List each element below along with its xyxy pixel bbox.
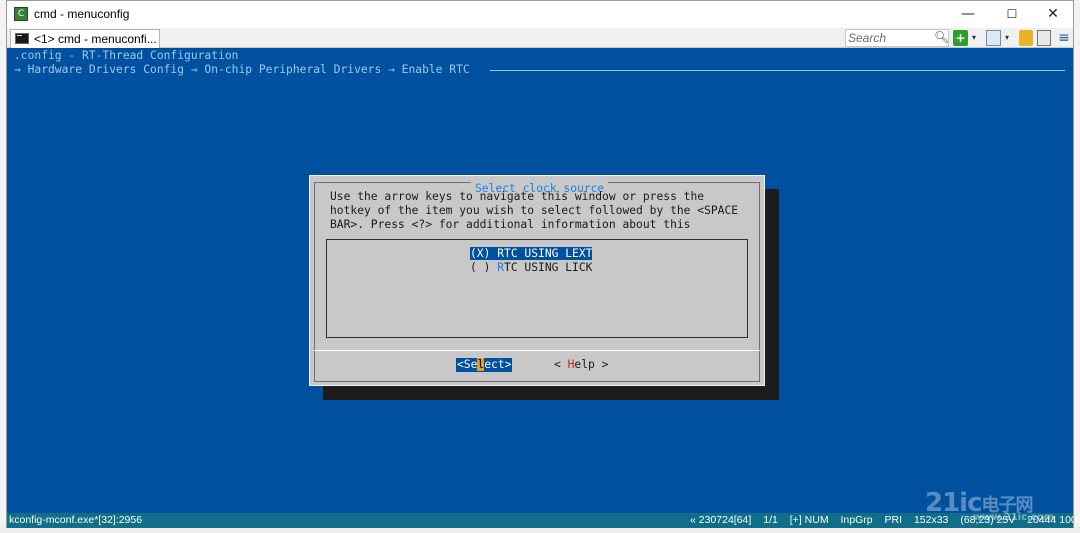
select-button-text: <Se [457,358,478,371]
option-list: (X) RTC USING LEXT ( ) RTC USING LICK [326,239,748,338]
console-icon [15,33,29,44]
minimize-button[interactable]: — [946,1,990,28]
window-layout-icon[interactable] [1037,30,1051,46]
tab-toolbar-row: <1> cmd - menuconfi... 🔍︎ + ▾ ▾ ≡ [7,28,1073,48]
option-selected-highlight: (X) RTC USING LEXT [470,247,593,260]
new-console-icon[interactable]: + [953,30,968,46]
watermark-url: www.21ic.com [973,512,1055,523]
maximize-button[interactable]: ☐ [990,1,1034,28]
close-button[interactable]: ✕ [1031,1,1075,28]
option-hotkey: R [497,261,505,274]
help-line: hotkey of the item you wish to select fo… [330,204,739,217]
button-separator [314,350,760,351]
status-priority[interactable]: PRI [885,514,903,526]
tab-cmd-menuconfig[interactable]: <1> cmd - menuconfi... [10,29,160,48]
terminal-area[interactable]: .config - RT-Thread Configuration → Hard… [7,48,1073,513]
radio-mark: ( ) [470,261,491,274]
option-label: TC USING LICK [504,261,593,274]
lock-icon[interactable] [1019,30,1033,46]
select-button[interactable]: <Select> [456,358,513,372]
help-line: Use the arrow keys to navigate this wind… [330,190,705,203]
console-window: C cmd - menuconfig — ☐ ✕ <1> cmd - menuc… [6,0,1080,528]
option-label: TC USING LEXT [504,247,593,260]
new-console-dropdown-icon[interactable]: ▾ [970,30,978,46]
status-num-lock: [+] NUM [789,514,829,526]
status-bar: kconfig-mconf.exe*[32]:2956 « 230724[64]… [7,513,1080,528]
status-buffer[interactable]: « 230724[64] [690,514,751,526]
option-hotkey: R [497,247,505,260]
breadcrumb-rule [490,70,1065,71]
help-button-text: elp > [574,358,609,371]
dialog-help-text: Use the arrow keys to navigate this wind… [330,190,738,232]
select-clock-source-dialog: Select clock source Use the arrow keys t… [309,175,765,386]
search-icon[interactable]: 🔍︎ [934,30,949,44]
help-button[interactable]: < Help > [554,358,608,372]
select-button-text: ect> [484,358,512,371]
help-line: BAR>. Press <?> for additional informati… [330,218,691,231]
process-status: kconfig-mconf.exe*[32]:2956 [9,514,143,526]
option-rtc-using-lick[interactable]: ( ) RTC USING LICK [470,261,592,274]
option-rtc-using-lext[interactable]: (X) RTC USING LEXT [470,247,593,260]
conemu-app-icon[interactable]: C [14,7,28,21]
status-input-group[interactable]: InpGrp [840,514,872,526]
radio-mark: (X) [470,247,491,260]
search-input[interactable] [848,31,932,45]
desktop-background-right [1073,0,1080,533]
help-button-text: < [554,358,568,371]
hamburger-menu-icon[interactable]: ≡ [1057,30,1071,46]
breadcrumb-line: → Hardware Drivers Config → On-chip Peri… [14,63,470,76]
tab-label: <1> cmd - menuconfi... [34,32,157,46]
title-bar[interactable]: C cmd - menuconfig — ☐ ✕ [7,1,1073,28]
config-title-line: .config - RT-Thread Configuration [14,49,239,62]
split-panel-icon[interactable] [986,30,1001,46]
search-box[interactable]: 🔍︎ [845,29,949,47]
split-panel-dropdown-icon[interactable]: ▾ [1003,30,1011,46]
window-title: cmd - menuconfig [34,7,130,21]
status-console-index[interactable]: 1/1 [763,514,778,526]
watermark-logo: 21ic电子网 www.21ic.com [925,488,1054,523]
